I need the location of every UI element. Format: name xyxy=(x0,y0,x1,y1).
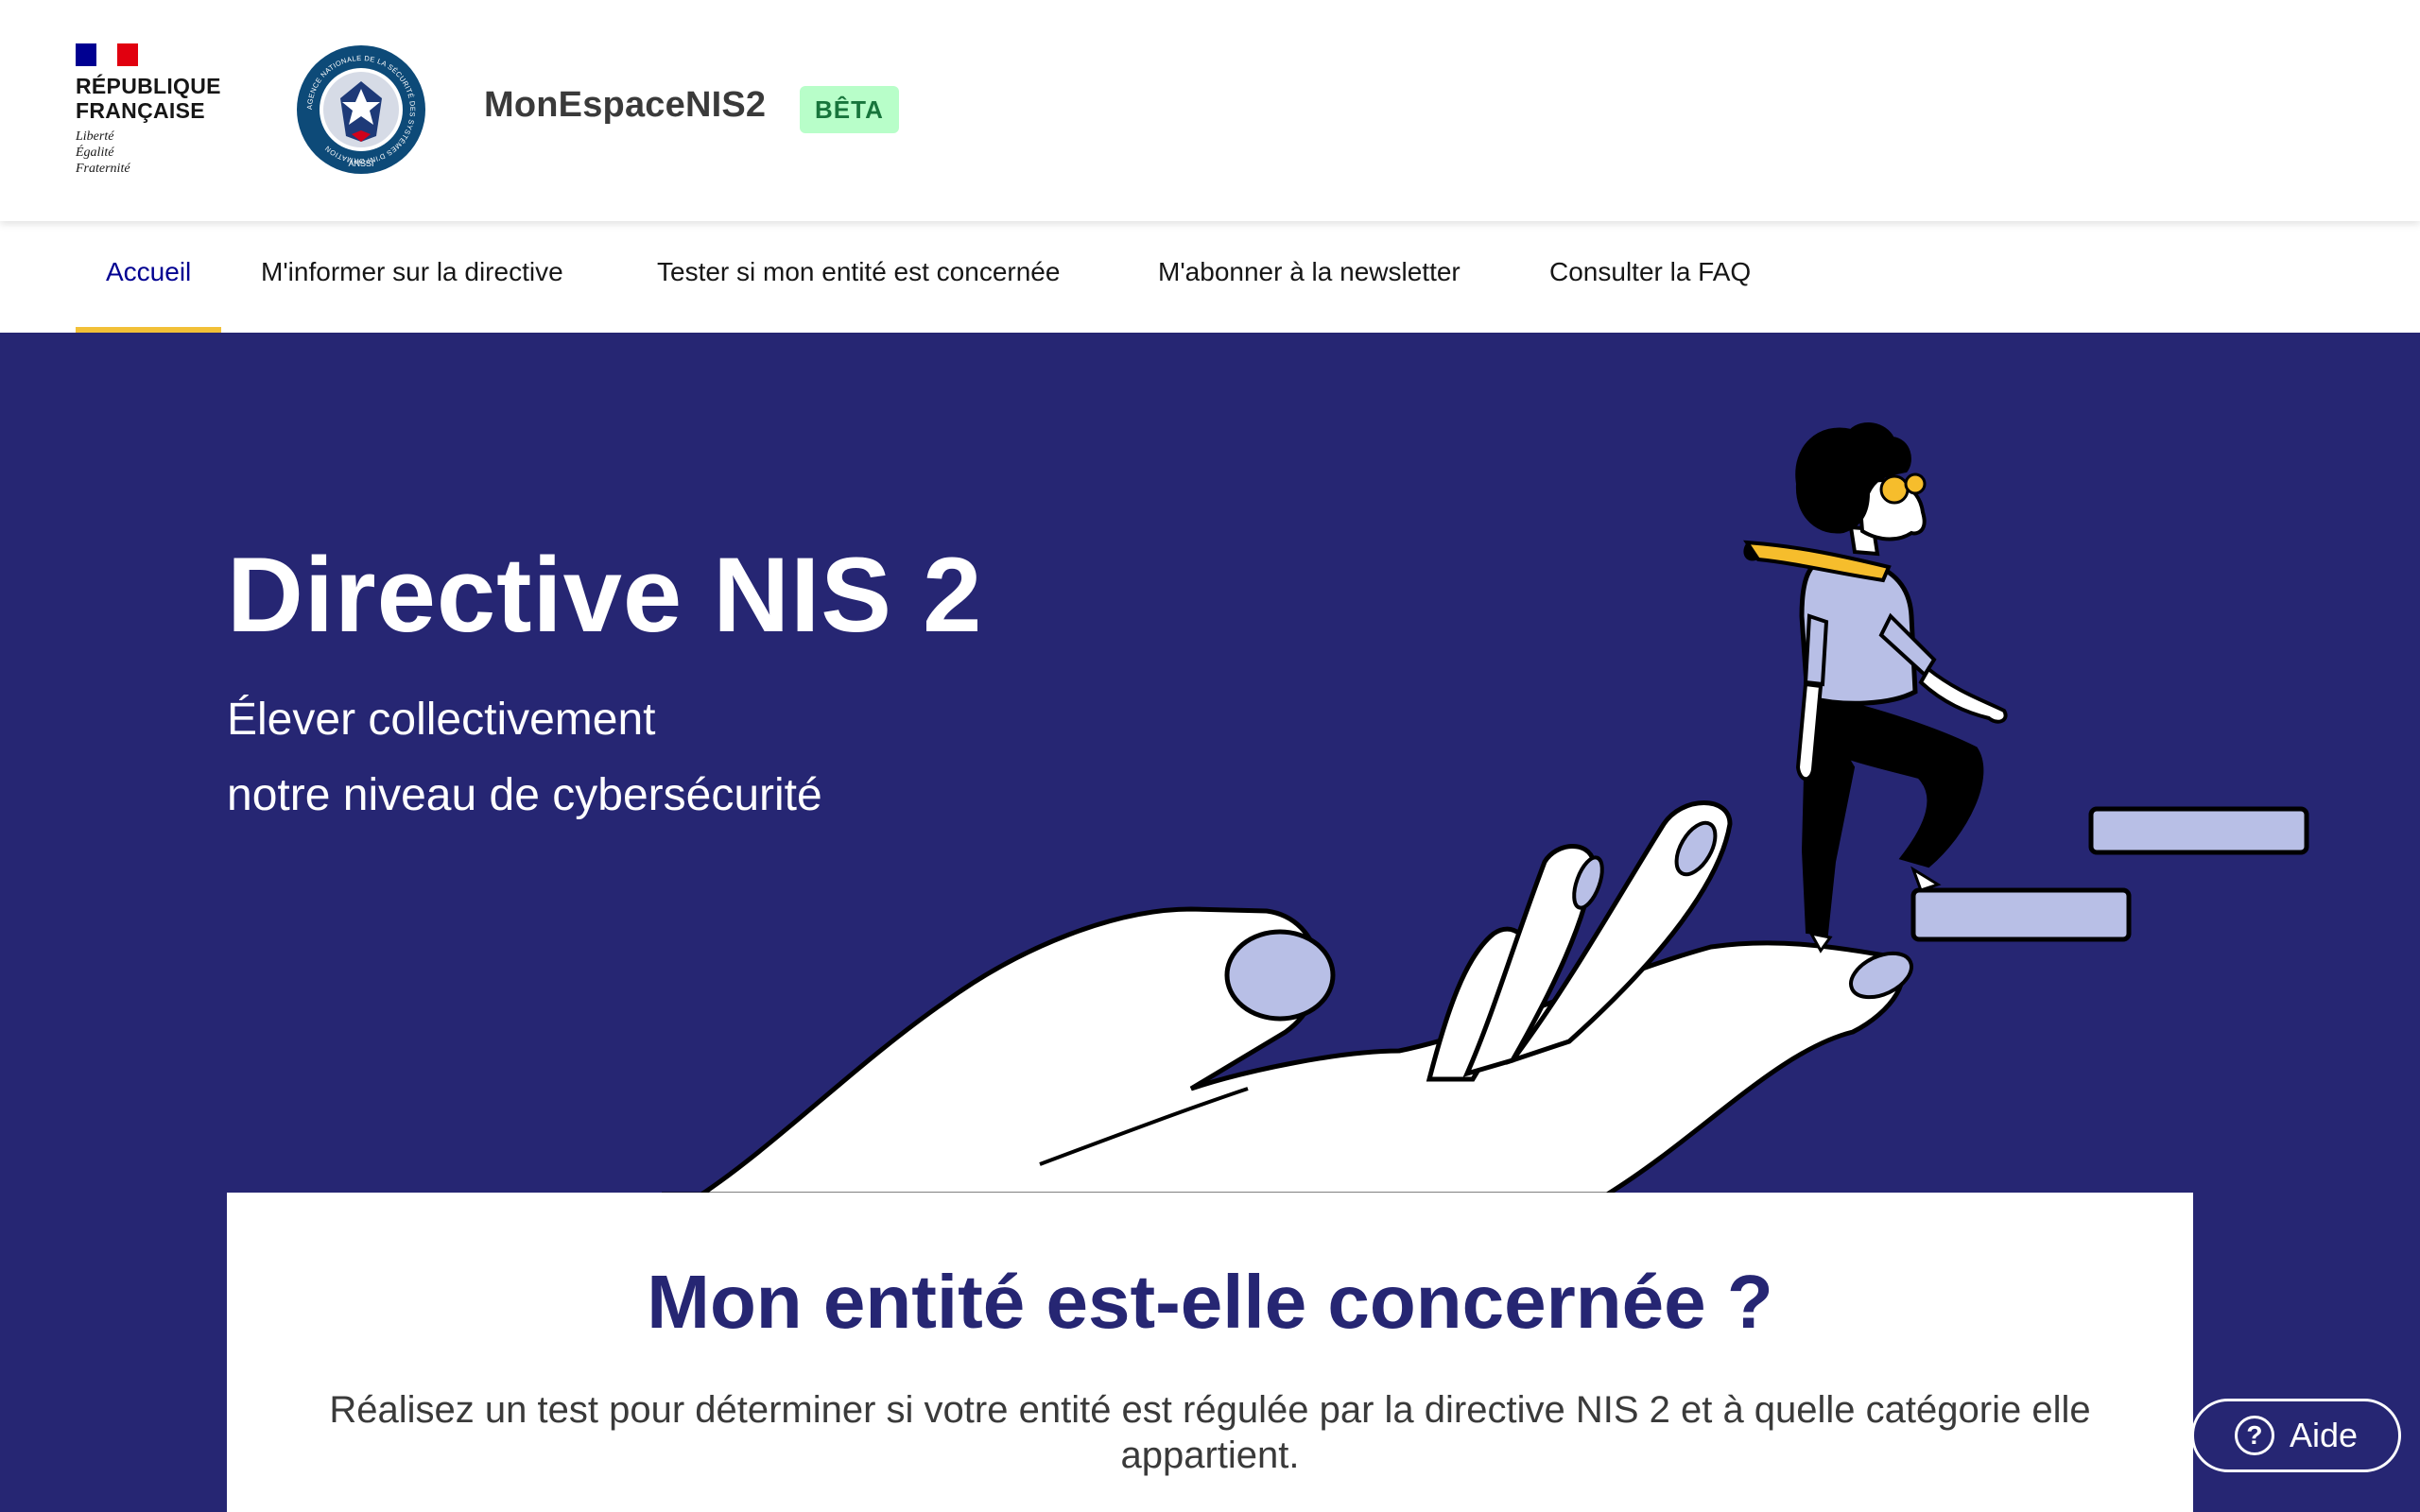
republique-francaise-text: RÉPUBLIQUE FRANÇAISE xyxy=(76,74,221,123)
nav-item-tester-entite[interactable]: Tester si mon entité est concernée xyxy=(627,221,1090,333)
site-header: RÉPUBLIQUE FRANÇAISE Liberté Égalité Fra… xyxy=(0,0,2420,221)
question-circle-icon: ? xyxy=(2234,1416,2274,1455)
beta-badge: BÊTA xyxy=(800,86,899,133)
hand-climbing-person-illustration xyxy=(662,422,2309,1194)
service-title[interactable]: MonEspaceNIS2 xyxy=(484,85,766,126)
help-button-label: Aide xyxy=(2289,1416,2359,1454)
republique-francaise-logo[interactable]: RÉPUBLIQUE FRANÇAISE Liberté Égalité Fra… xyxy=(76,43,246,185)
svg-text:ANSSI: ANSSI xyxy=(348,159,373,168)
nav-item-faq[interactable]: Consulter la FAQ xyxy=(1519,221,1781,333)
republique-motto: Liberté Égalité Fraternité xyxy=(76,129,130,176)
eligibility-card-title: Mon entité est-elle concernée ? xyxy=(647,1260,1773,1344)
french-flag-icon xyxy=(76,43,138,66)
nav-item-accueil[interactable]: Accueil xyxy=(76,221,222,333)
eligibility-card-description: Réalisez un test pour déterminer si votr… xyxy=(329,1389,2091,1476)
main-navigation: Accueil M'informer sur la directive Test… xyxy=(0,221,2420,333)
help-button[interactable]: ? Aide xyxy=(2191,1399,2401,1472)
nav-item-informer-directive[interactable]: M'informer sur la directive xyxy=(231,221,594,333)
anssi-logo[interactable]: AGENCE NATIONALE DE LA SÉCURITÉ DES SYST… xyxy=(295,43,427,176)
eligibility-test-card: Mon entité est-elle concernée ? Réalisez… xyxy=(227,1193,2193,1512)
nav-item-newsletter[interactable]: M'abonner à la newsletter xyxy=(1128,221,1491,333)
